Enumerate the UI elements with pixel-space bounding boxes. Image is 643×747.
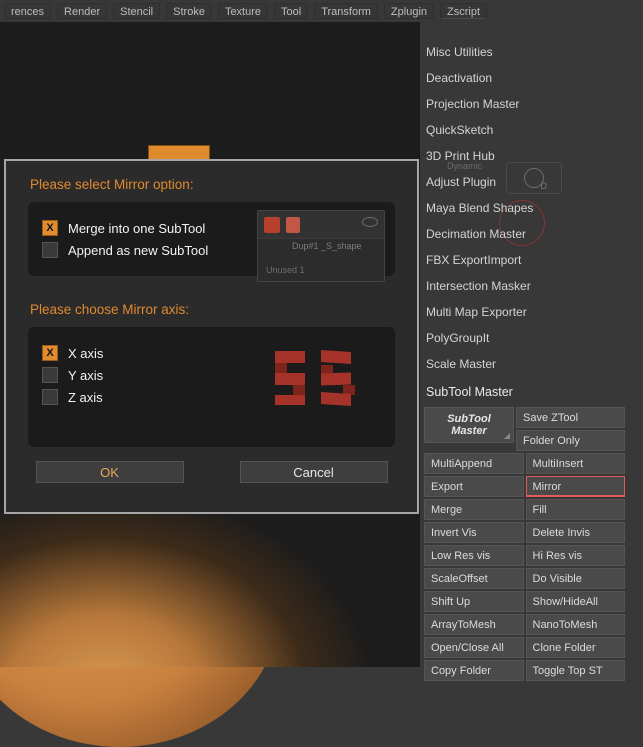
plugin-adjust-plugin[interactable]: Adjust Plugin [424,169,625,195]
scaleoffset-button[interactable]: ScaleOffset [424,568,524,589]
subtool-master-label-1: SubTool [447,413,491,425]
y-axis-label: Y axis [68,368,103,383]
subtool-master-button[interactable]: SubTool Master [424,407,514,443]
show-hide-all-button[interactable]: Show/HideAll [526,591,626,612]
merge-label: Merge into one SubTool [68,221,205,236]
menu-stroke[interactable]: Stroke [166,3,212,19]
append-checkbox[interactable] [42,242,58,258]
plugin-subtool-master-section[interactable]: SubTool Master [424,377,625,405]
menu-zplugin[interactable]: Zplugin [384,3,434,19]
plugin-maya-blend-shapes[interactable]: Maya Blend Shapes [424,195,625,221]
folder-only-button[interactable]: Folder Only [516,430,625,451]
mirror-option-section: X Merge into one SubTool Append as new S… [28,202,395,276]
plugin-polygroupit[interactable]: PolyGroupIt [424,325,625,351]
mirror-axis-title: Please choose Mirror axis: [6,286,417,327]
subtool-master-grid: MultiAppend MultiInsert Export Mirror Me… [424,453,625,681]
menu-zscript[interactable]: Zscript [440,3,487,19]
plugin-projection-master[interactable]: Projection Master [424,91,625,117]
plugin-scale-master[interactable]: Scale Master [424,351,625,377]
menu-stencil[interactable]: Stencil [113,3,160,19]
plugin-deactivation[interactable]: Deactivation [424,65,625,91]
visibility-icon [362,217,378,227]
menu-transform[interactable]: Transform [314,3,378,19]
z-axis-checkbox[interactable] [42,389,58,405]
invert-vis-button[interactable]: Invert Vis [424,522,524,543]
low-res-vis-button[interactable]: Low Res vis [424,545,524,566]
mirror-option-title: Please select Mirror option: [6,161,417,202]
plugin-multi-map-exporter[interactable]: Multi Map Exporter [424,299,625,325]
do-visible-button[interactable]: Do Visible [526,568,626,589]
cancel-button[interactable]: Cancel [240,461,388,483]
multiinsert-button[interactable]: MultiInsert [526,453,626,474]
x-axis-label: X axis [68,346,103,361]
axis-preview-glyphs [269,351,357,405]
expand-icon [504,433,510,439]
menu-tool[interactable]: Tool [274,3,308,19]
menu-preferences[interactable]: rences [4,3,51,19]
plugin-decimation-master[interactable]: Decimation Master [424,221,625,247]
shift-up-button[interactable]: Shift Up [424,591,524,612]
plugin-intersection-masker[interactable]: Intersection Masker [424,273,625,299]
multiappend-button[interactable]: MultiAppend [424,453,524,474]
toggle-top-st-button[interactable]: Toggle Top ST [526,660,626,681]
subtool-preview: Dup#1 _S_shape Unused 1 [257,210,385,282]
y-axis-checkbox[interactable] [42,367,58,383]
save-ztool-button[interactable]: Save ZTool [516,407,625,428]
plugin-fbx-exportimport[interactable]: FBX ExportImport [424,247,625,273]
merge-checkbox[interactable]: X [42,220,58,236]
fill-button[interactable]: Fill [526,499,626,520]
z-axis-label: Z axis [68,390,103,405]
clone-folder-button[interactable]: Clone Folder [526,637,626,658]
x-axis-checkbox[interactable]: X [42,345,58,361]
menu-render[interactable]: Render [57,3,107,19]
export-button[interactable]: Export [424,476,524,497]
mirror-axis-section: X X axis Y axis Z axis [28,327,395,447]
plugin-quicksketch[interactable]: QuickSketch [424,117,625,143]
subtool-master-label-2: Master [451,425,486,437]
plugin-3d-print-hub[interactable]: 3D Print Hub [424,143,625,169]
plugin-misc-utilities[interactable]: Misc Utilities [424,39,625,65]
copy-folder-button[interactable]: Copy Folder [424,660,524,681]
open-close-all-button[interactable]: Open/Close All [424,637,524,658]
preview-sub: Unused 1 [266,265,305,275]
preview-name: Dup#1 _S_shape [292,241,362,251]
top-menubar: rences Render Stencil Stroke Texture Too… [0,0,643,22]
menu-texture[interactable]: Texture [218,3,268,19]
mirror-button[interactable]: Mirror [526,476,626,497]
merge-button[interactable]: Merge [424,499,524,520]
hi-res-vis-button[interactable]: Hi Res vis [526,545,626,566]
nanotomesh-button[interactable]: NanoToMesh [526,614,626,635]
append-label: Append as new SubTool [68,243,208,258]
zplugin-dropdown: Misc Utilities Deactivation Projection M… [420,29,625,685]
arraytomesh-button[interactable]: ArrayToMesh [424,614,524,635]
mirror-dialog: Please select Mirror option: X Merge int… [4,159,419,514]
ok-button[interactable]: OK [36,461,184,483]
delete-invis-button[interactable]: Delete Invis [526,522,626,543]
